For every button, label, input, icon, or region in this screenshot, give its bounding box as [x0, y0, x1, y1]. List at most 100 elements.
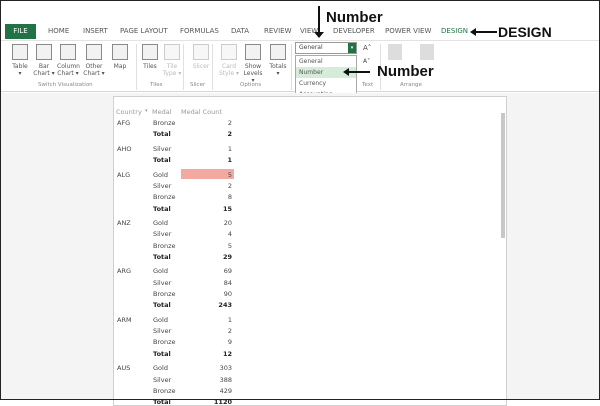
medal-cell: Bronze	[153, 290, 176, 298]
ribbon-button-totals[interactable]: Totals ▾	[267, 44, 289, 77]
tab-page-layout[interactable]: PAGE LAYOUT	[120, 27, 168, 35]
button-label: ▾	[276, 70, 280, 77]
tiles-icon	[142, 44, 158, 60]
tab-power-view[interactable]: POWER VIEW	[385, 27, 431, 35]
medal-cell: Bronze	[153, 386, 176, 395]
count-cell: 1	[227, 315, 232, 324]
button-label: Column	[57, 63, 80, 70]
tab-home[interactable]: HOME	[48, 27, 69, 35]
medal-cell: Bronze	[153, 241, 176, 250]
annotation-number-dropdown: Number	[377, 63, 434, 80]
annotation-design: DESIGN	[498, 24, 552, 40]
other-icon	[86, 44, 102, 60]
count-cell: 5	[227, 241, 232, 250]
tab-design[interactable]: DESIGN	[441, 27, 468, 35]
total-cell: 1	[227, 156, 232, 165]
filter-dropdown-icon[interactable]: ▾	[145, 108, 148, 114]
column-header-medal[interactable]: Medal	[152, 108, 172, 116]
number-format-dropdown[interactable]: General ▾	[295, 42, 357, 54]
ribbon-button-card[interactable]: Card Style ▾	[218, 44, 240, 77]
group-label: Tiles	[150, 82, 163, 88]
medal-cell: Silver	[153, 278, 172, 287]
button-label: Map	[113, 63, 127, 70]
annotation-number-top: Number	[326, 9, 383, 26]
ribbon-button-show[interactable]: Show Levels ▾	[242, 44, 264, 84]
total-label: Total	[153, 204, 171, 213]
tab-review[interactable]: REVIEW	[264, 27, 291, 35]
format-option-currency[interactable]: Currency	[296, 78, 356, 89]
button-label: Tiles	[143, 63, 157, 70]
bring-forward-icon	[388, 44, 402, 60]
column-header-medal-count[interactable]: Medal Count	[181, 108, 222, 116]
button-label: Chart ▾	[83, 70, 105, 77]
medal-cell: Silver	[153, 230, 172, 239]
tab-data[interactable]: DATA	[231, 27, 249, 35]
total-cell: 15	[222, 204, 232, 213]
button-label: Chart ▾	[33, 70, 55, 77]
medal-cell: Silver	[153, 181, 172, 190]
medal-cell: Gold	[153, 219, 168, 227]
total-label: Total	[153, 301, 171, 310]
button-label: Slicer	[192, 63, 210, 70]
table-visualization[interactable]	[113, 96, 507, 406]
total-label: Total	[153, 156, 171, 165]
count-cell: 2	[227, 119, 232, 127]
button-label: ▾	[18, 70, 22, 77]
country-cell: AFG	[117, 119, 131, 127]
button-label: Bar	[38, 63, 50, 70]
total-cell: 2	[227, 130, 232, 139]
ribbon-button-tile[interactable]: Tile Type ▾	[161, 44, 183, 77]
ribbon-button-column[interactable]: Column Chart ▾	[57, 44, 80, 77]
chevron-down-icon[interactable]: ▾	[348, 43, 356, 53]
country-cell: ARG	[117, 267, 131, 276]
font-size-decrease-icon[interactable]: A˅	[363, 58, 370, 65]
ribbon-button-map[interactable]: Map	[109, 44, 131, 70]
ribbon-button-tiles[interactable]: Tiles	[139, 44, 161, 70]
ribbon-button-other[interactable]: Other Chart ▾	[83, 44, 105, 77]
medal-cell: Bronze	[153, 119, 176, 127]
button-label: Chart ▾	[57, 70, 79, 77]
format-option-general[interactable]: General	[296, 56, 356, 67]
total-label: Total	[153, 398, 171, 406]
total-cell: 12	[222, 349, 232, 358]
medal-cell: Bronze	[153, 193, 176, 202]
button-label: Totals	[269, 63, 287, 70]
tab-formulas[interactable]: FORMULAS	[180, 27, 219, 35]
count-cell: 84	[223, 278, 232, 287]
ribbon-button-table[interactable]: Table ▾	[9, 44, 31, 77]
map-icon	[112, 44, 128, 60]
column-icon	[60, 44, 76, 60]
count-cell: 303	[219, 364, 232, 373]
count-cell: 4	[227, 230, 232, 239]
medal-cell: Bronze	[153, 338, 176, 347]
scrollbar[interactable]	[501, 113, 505, 238]
arrow-down-icon	[318, 6, 320, 34]
group-label: Slicer	[190, 82, 206, 88]
group-label: Switch Visualization	[38, 82, 93, 88]
send-backward-icon	[420, 44, 434, 60]
count-cell: 69	[223, 267, 232, 276]
tab-insert[interactable]: INSERT	[83, 27, 108, 35]
tab-developer[interactable]: DEVELOPER	[333, 27, 375, 35]
totals-icon	[270, 44, 286, 60]
total-label: Total	[153, 130, 171, 139]
column-header-country[interactable]: Country	[116, 108, 142, 116]
count-cell: 388	[219, 375, 232, 384]
card-icon	[221, 44, 237, 60]
ribbon-button-slicer[interactable]: Slicer	[190, 44, 212, 70]
count-cell: 2	[227, 181, 232, 190]
font-size-increase-icon[interactable]: A˄	[363, 44, 371, 52]
bar-icon	[36, 44, 52, 60]
total-label: Total	[153, 349, 171, 358]
total-cell: 29	[222, 252, 232, 261]
count-cell: 90	[223, 290, 232, 298]
medal-cell: Silver	[153, 327, 172, 336]
medal-cell: Gold	[153, 267, 168, 276]
count-cell: 1	[227, 144, 232, 153]
tab-file[interactable]: FILE	[5, 24, 36, 39]
group-label: Arrange	[400, 82, 422, 88]
country-cell: ANZ	[117, 219, 131, 227]
medal-cell: Silver	[153, 375, 172, 384]
button-label: Card	[221, 63, 237, 70]
ribbon-button-bar[interactable]: Bar Chart ▾	[33, 44, 55, 77]
